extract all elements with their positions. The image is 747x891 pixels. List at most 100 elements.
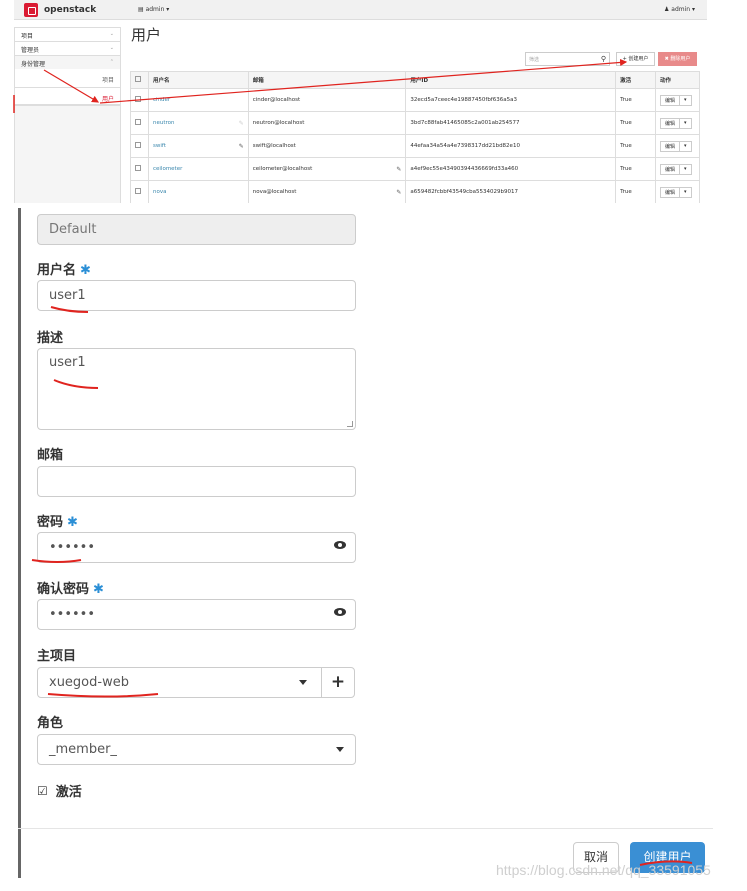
user-active-cell: True [615,111,656,135]
chevron-down-icon[interactable]: ▾ [679,164,691,174]
search-icon[interactable]: ⚲ [601,55,606,63]
form-left-border [18,208,21,878]
edit-button[interactable]: 编辑 [661,119,679,128]
user-dropdown[interactable]: ♟ admin ▾ [664,6,695,13]
user-name-link[interactable]: swift ✎ [147,134,249,158]
user-active-cell: True [615,157,656,181]
chevron-down-icon[interactable]: ▾ [679,118,691,128]
edit-button[interactable]: 编辑 [661,165,679,174]
filter-placeholder: 筛选 [529,57,540,63]
delete-users-button[interactable]: ✖ 删除用户 [658,52,697,66]
pencil-icon[interactable]: ✎ [396,189,401,196]
user-email-text: ceilometer@localhost [252,165,313,172]
user-name-text[interactable]: neutron [153,120,175,126]
primary-project-value: xuegod-web [49,675,129,690]
logo-text: openstack [44,5,97,15]
create-user-button[interactable]: + 创建用户 [616,52,655,66]
user-name-link[interactable]: neutron ✎ [147,111,249,135]
domain-field: Default [37,214,356,245]
page-title: 用户 [131,26,162,44]
chevron-up-icon: ⌃ [109,59,114,65]
edit-button[interactable]: 编辑 [661,96,679,105]
user-name-link[interactable]: ceilometer [147,157,249,181]
row-checkbox[interactable] [135,188,141,194]
sidebar-item-project[interactable]: 项目 ⌄ [14,27,121,41]
username-input[interactable]: user1 [37,280,356,311]
row-select-cell [130,180,149,203]
role-value: _member_ [49,742,117,757]
edit-button-group[interactable]: 编辑 ▾ [660,186,692,198]
row-checkbox[interactable] [135,142,141,148]
checkbox-checked-icon[interactable]: ☑ [37,784,48,798]
user-active-cell: True [615,180,656,203]
user-id-cell: a659482fcbbf43549cba5534029b9017 [405,180,617,203]
email-label: 邮箱 [37,448,64,463]
edit-button[interactable]: 编辑 [661,188,679,197]
watermark: https://blog.csdn.net/qq_33591055 [496,862,711,878]
role-label: 角色 [37,716,64,731]
row-checkbox[interactable] [135,96,141,102]
password-input[interactable]: •••••• [37,532,356,563]
select-all-cell [130,71,149,89]
eye-icon[interactable] [334,541,346,549]
primary-project-label: 主项目 [37,649,77,664]
confirm-password-label-text: 确认密码 [37,582,90,597]
chevron-down-icon[interactable]: ▾ [679,141,691,151]
row-checkbox[interactable] [135,119,141,125]
password-label: 密码 ✱ [37,511,78,530]
user-name-link[interactable]: cinder [147,88,249,112]
chevron-down-icon[interactable]: ▾ [679,95,691,105]
active-checkbox-row[interactable]: ☑ 激活 [37,781,82,801]
user-id-cell: a4ef9ec55e43490394436669fd33a460 [405,157,617,181]
description-textarea[interactable]: user1 [37,348,356,430]
user-email-cell: ceilometer@localhost ✎ [247,157,407,181]
project-dropdown[interactable]: ▤ admin ▾ [138,6,169,13]
sidebar-subitem-users[interactable]: 用户 [14,87,121,105]
column-header-active[interactable]: 激活 [615,71,656,89]
sidebar-subitem-projects[interactable]: 项目 [14,69,121,87]
row-actions-cell: 编辑 ▾ [655,157,700,181]
pencil-icon[interactable]: ✎ [239,143,244,150]
row-actions-cell: 编辑 ▾ [655,134,700,158]
primary-project-select[interactable]: xuegod-web [37,667,322,698]
sidebar-item-label: 管理员 [21,47,40,54]
user-active-cell: True [615,88,656,112]
active-label: 激活 [55,785,82,800]
openstack-logo[interactable]: openstack [24,3,96,17]
role-select[interactable]: _member_ [37,734,356,765]
column-header-username[interactable]: 用户名 [147,71,249,89]
column-header-email[interactable]: 邮箱 [247,71,407,89]
required-asterisk-icon: ✱ [80,263,91,278]
confirm-password-input[interactable]: •••••• [37,599,356,630]
table-row: cinder cinder@localhost 32ecd5a7ceec4e19… [130,88,700,112]
edit-button-group[interactable]: 编辑 ▾ [660,117,692,129]
username-label-text: 用户名 [37,263,77,278]
row-checkbox[interactable] [135,165,141,171]
pencil-icon[interactable]: ✎ [239,120,244,127]
edit-button-group[interactable]: 编辑 ▾ [660,140,692,152]
pencil-icon[interactable]: ✎ [396,166,401,173]
password-label-text: 密码 [37,515,64,530]
email-input[interactable] [37,466,356,497]
resize-grip-icon[interactable] [347,421,353,427]
row-actions-cell: 编辑 ▾ [655,180,700,203]
user-active-cell: True [615,134,656,158]
edit-button[interactable]: 编辑 [661,142,679,151]
edit-button-group[interactable]: 编辑 ▾ [660,94,692,106]
caret-down-icon [299,680,307,685]
user-name-link[interactable]: nova [147,180,249,203]
required-asterisk-icon: ✱ [93,582,104,597]
add-project-button[interactable]: + [321,667,355,698]
password-value: •••••• [49,540,96,555]
row-select-cell [130,111,149,135]
chevron-down-icon[interactable]: ▾ [679,187,691,197]
user-name-text[interactable]: swift [153,143,166,149]
user-email-cell: neutron@localhost [247,111,407,135]
sidebar-item-identity[interactable]: 身份管理 ⌃ [14,55,121,69]
column-header-id[interactable]: 用户ID [405,71,617,89]
eye-icon[interactable] [334,608,346,616]
edit-button-group[interactable]: 编辑 ▾ [660,163,692,175]
sidebar-item-admin[interactable]: 管理员 ⌄ [14,41,121,55]
select-all-checkbox[interactable] [135,76,141,82]
filter-input[interactable]: 筛选 ⚲ [525,52,610,66]
